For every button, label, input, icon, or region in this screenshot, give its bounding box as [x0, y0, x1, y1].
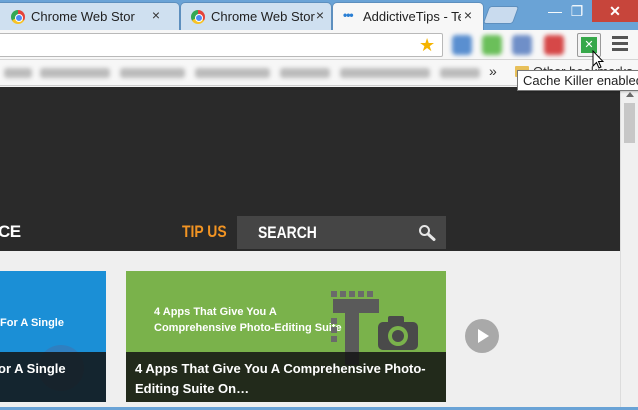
maximize-button[interactable]: ❐: [565, 0, 589, 22]
card-caption[interactable]: or A Single: [0, 352, 106, 402]
new-tab-button[interactable]: [482, 6, 520, 24]
star-icon[interactable]: ★: [419, 36, 435, 54]
article-card[interactable]: 4 Apps That Give You A Comprehensive Pho…: [126, 271, 446, 402]
nav-item-tip-us[interactable]: TIP US: [182, 222, 227, 242]
address-bar[interactable]: ★: [0, 33, 443, 57]
bookmark-item[interactable]: [340, 68, 430, 78]
card-caption[interactable]: 4 Apps That Give You A Comprehensive Pho…: [126, 352, 446, 402]
page-content: CE TIP US SEARCH For A Single or A Singl…: [0, 87, 620, 410]
extension-icon[interactable]: [482, 35, 502, 55]
search-input[interactable]: SEARCH: [237, 216, 446, 249]
article-card[interactable]: For A Single or A Single: [0, 271, 106, 402]
tab-chrome-web-store-2[interactable]: Chrome Web Store ×: [180, 2, 332, 30]
cache-killer-tooltip: Cache Killer enabled: [517, 70, 638, 91]
bookmark-item[interactable]: [4, 68, 32, 78]
title-bar: Chrome Web Store × Chrome Web Store × ••…: [0, 0, 638, 30]
tab-close-button[interactable]: ×: [149, 7, 163, 23]
mouse-cursor-icon: [592, 50, 604, 69]
chrome-store-icon: [11, 10, 25, 24]
minimize-button[interactable]: —: [543, 0, 567, 22]
card-title: 4 Apps That Give You A Comprehensive Pho…: [135, 361, 426, 396]
bookmarks-overflow-button[interactable]: »: [489, 63, 497, 79]
tab-chrome-web-store-1[interactable]: Chrome Web Store ×: [0, 2, 180, 30]
bookmark-item[interactable]: [195, 68, 270, 78]
card-kicker: 4 Apps That Give You A Comprehensive Pho…: [154, 306, 342, 334]
play-icon[interactable]: [465, 319, 499, 353]
addictivetips-icon: •••: [343, 8, 354, 22]
vertical-scrollbar[interactable]: [620, 87, 638, 410]
site-header: CE TIP US SEARCH: [0, 87, 620, 251]
tab-close-button[interactable]: ×: [461, 7, 475, 23]
tab-title: Chrome Web Store: [31, 9, 135, 24]
bookmark-item[interactable]: [120, 68, 185, 78]
search-placeholder: SEARCH: [258, 223, 317, 242]
extension-icon[interactable]: [512, 35, 532, 55]
browser-toolbar: ★ ✕: [0, 30, 638, 60]
search-icon[interactable]: [418, 224, 436, 242]
bookmark-item[interactable]: [440, 68, 480, 78]
scroll-up-arrow-icon[interactable]: [626, 92, 634, 97]
card-kicker: For A Single: [0, 317, 64, 329]
scrollbar-thumb[interactable]: [624, 103, 635, 143]
tab-title: Chrome Web Store: [211, 9, 315, 24]
card-title: or A Single: [0, 361, 66, 376]
close-window-button[interactable]: ✕: [592, 0, 638, 22]
tab-close-button[interactable]: ×: [313, 7, 327, 23]
nav-item-partial[interactable]: CE: [0, 222, 21, 242]
bookmark-item[interactable]: [40, 68, 110, 78]
tab-title: AddictiveTips - Te: [363, 9, 461, 24]
chrome-store-icon: [191, 10, 205, 24]
bookmark-item[interactable]: [280, 68, 330, 78]
extension-icon[interactable]: [544, 35, 564, 55]
extension-icon[interactable]: [452, 35, 472, 55]
menu-icon[interactable]: [612, 36, 628, 54]
tab-addictivetips[interactable]: ••• AddictiveTips - Te ×: [332, 2, 484, 30]
